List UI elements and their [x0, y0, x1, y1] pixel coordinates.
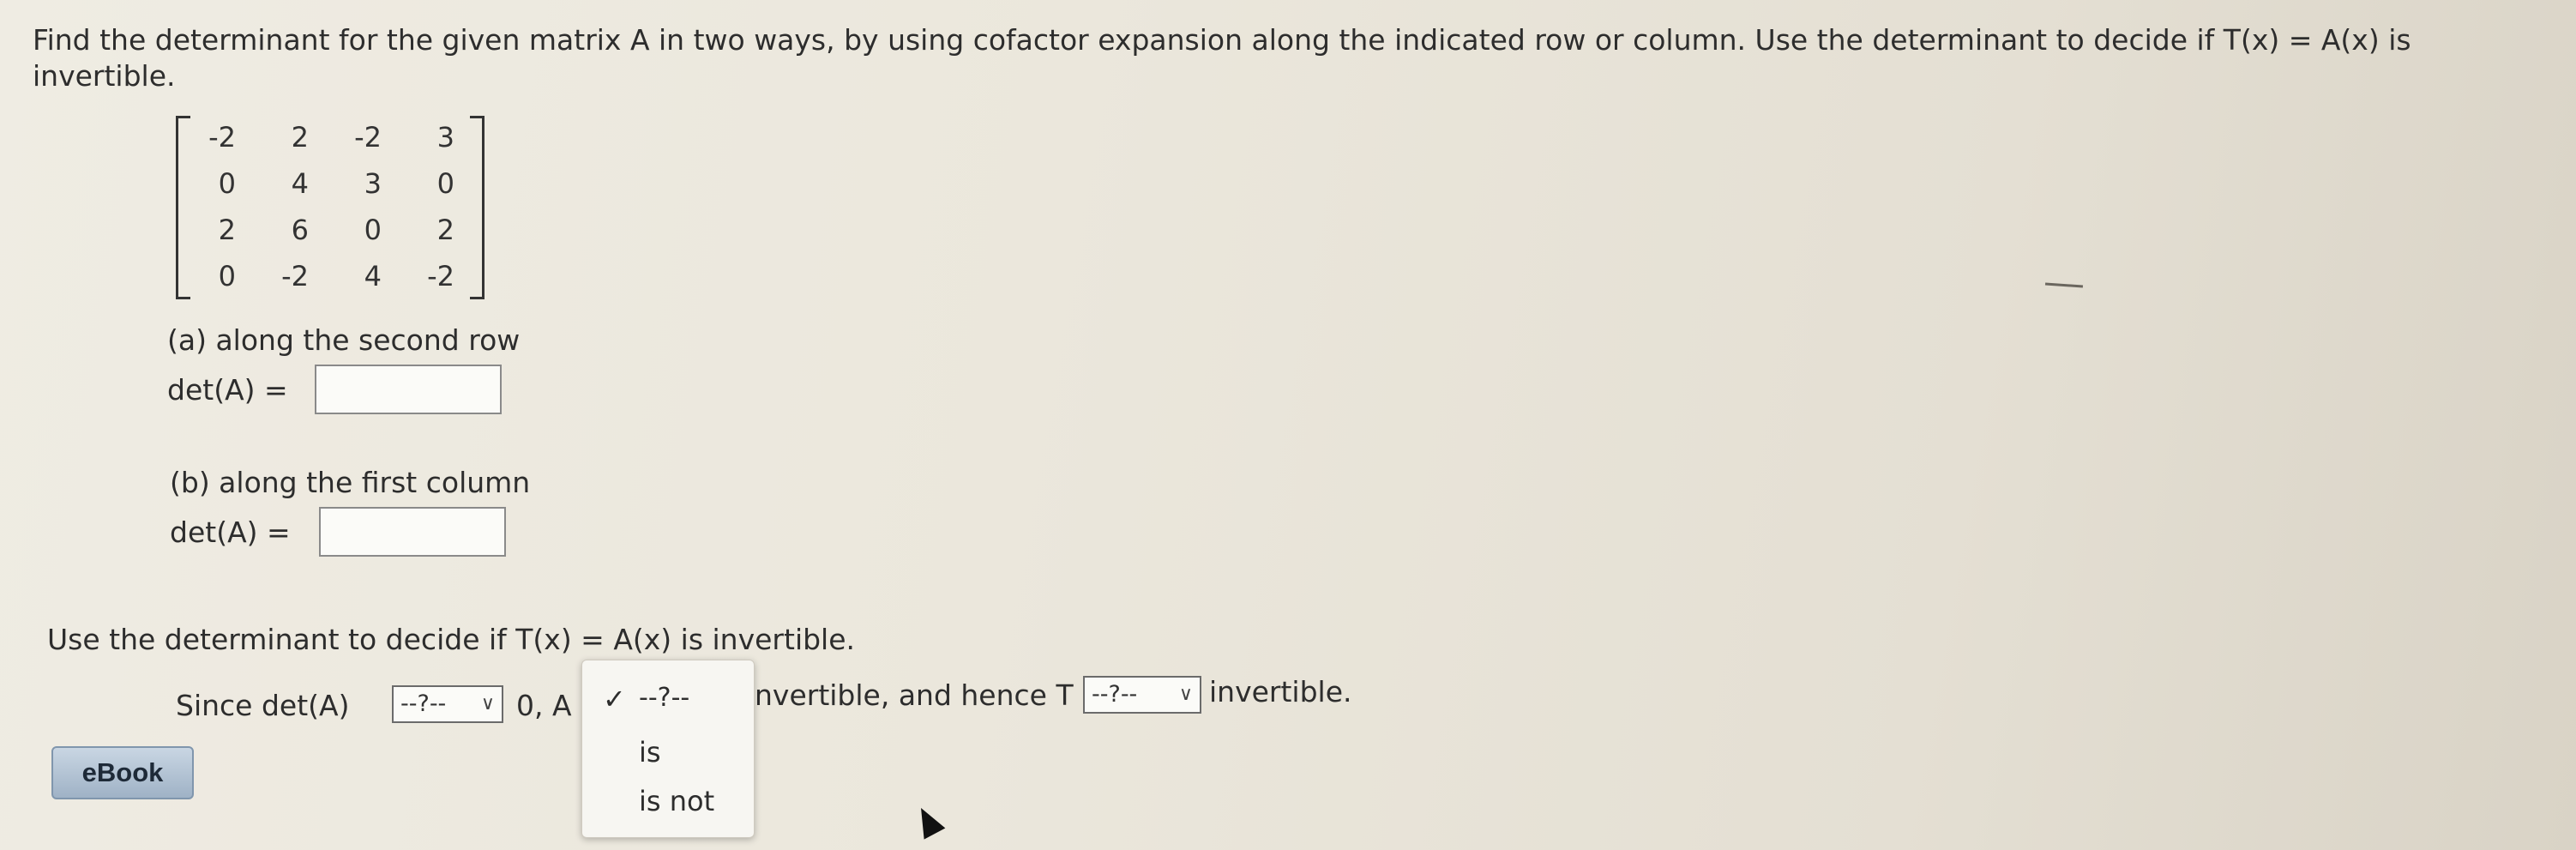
matrix-cell: 0 — [218, 167, 236, 200]
det-comparison-value: --?-- — [400, 690, 447, 717]
question-line-2: invertible. — [33, 59, 176, 93]
mouse-pointer-icon — [910, 802, 946, 840]
det-comparison-select[interactable]: --?-- ∨ — [392, 685, 503, 723]
chevron-down-icon: ∨ — [480, 693, 495, 714]
question-line-1: Find the determinant for the given matri… — [33, 23, 2411, 57]
since-label: Since det(A) — [176, 689, 350, 722]
det-a-second-row-input[interactable] — [315, 365, 502, 414]
matrix-cell: 0 — [364, 214, 382, 246]
ebook-button[interactable]: eBook — [51, 746, 194, 799]
stray-mark — [2044, 282, 2084, 288]
part-b-det-label: det(A) = — [170, 515, 291, 549]
matrix-cell: 2 — [291, 121, 309, 154]
matrix-cell: 0 — [218, 260, 236, 292]
decide-instruction: Use the determinant to decide if T(x) = … — [47, 623, 856, 656]
matrix-cell: -2 — [354, 121, 382, 154]
matrix-cell: -2 — [208, 121, 236, 154]
dropdown-option-is[interactable]: is — [639, 736, 661, 769]
matrix-cell: -2 — [281, 260, 309, 292]
after-select-text: 0, A — [516, 689, 572, 722]
matrix-cell: -2 — [427, 260, 454, 292]
matrix-cell: 4 — [291, 167, 309, 200]
t-invertible-value: --?-- — [1092, 681, 1138, 708]
det-a-first-column-input[interactable] — [319, 507, 506, 557]
chevron-down-icon: ∨ — [1178, 684, 1193, 705]
matrix-cell: 0 — [436, 167, 454, 200]
t-invertible-select[interactable]: --?-- ∨ — [1083, 676, 1201, 714]
dropdown-option-is-not[interactable]: is not — [639, 785, 714, 817]
part-a-det-label: det(A) = — [167, 373, 288, 407]
matrix-a: -2 2 -2 3 0 4 3 0 2 6 0 2 0 -2 4 -2 — [176, 116, 485, 299]
a-invertible-dropdown[interactable]: ✓ --?-- is is not — [581, 660, 755, 838]
matrix-cell: 6 — [291, 214, 309, 246]
invertible-end-text: invertible. — [1209, 675, 1352, 708]
check-icon: ✓ — [603, 683, 626, 715]
matrix-cell: 2 — [436, 214, 454, 246]
matrix-cell: 4 — [364, 260, 382, 292]
part-a-label: (a) along the second row — [167, 323, 521, 357]
right-bracket — [470, 116, 485, 299]
matrix-cell: 3 — [436, 121, 454, 154]
part-b-label: (b) along the first column — [170, 466, 531, 499]
dropdown-option-placeholder[interactable]: --?-- — [639, 683, 689, 713]
matrix-cell: 3 — [364, 167, 382, 200]
invertible-text: nvertible, and hence T — [755, 678, 1074, 712]
matrix-cell: 2 — [218, 214, 236, 246]
